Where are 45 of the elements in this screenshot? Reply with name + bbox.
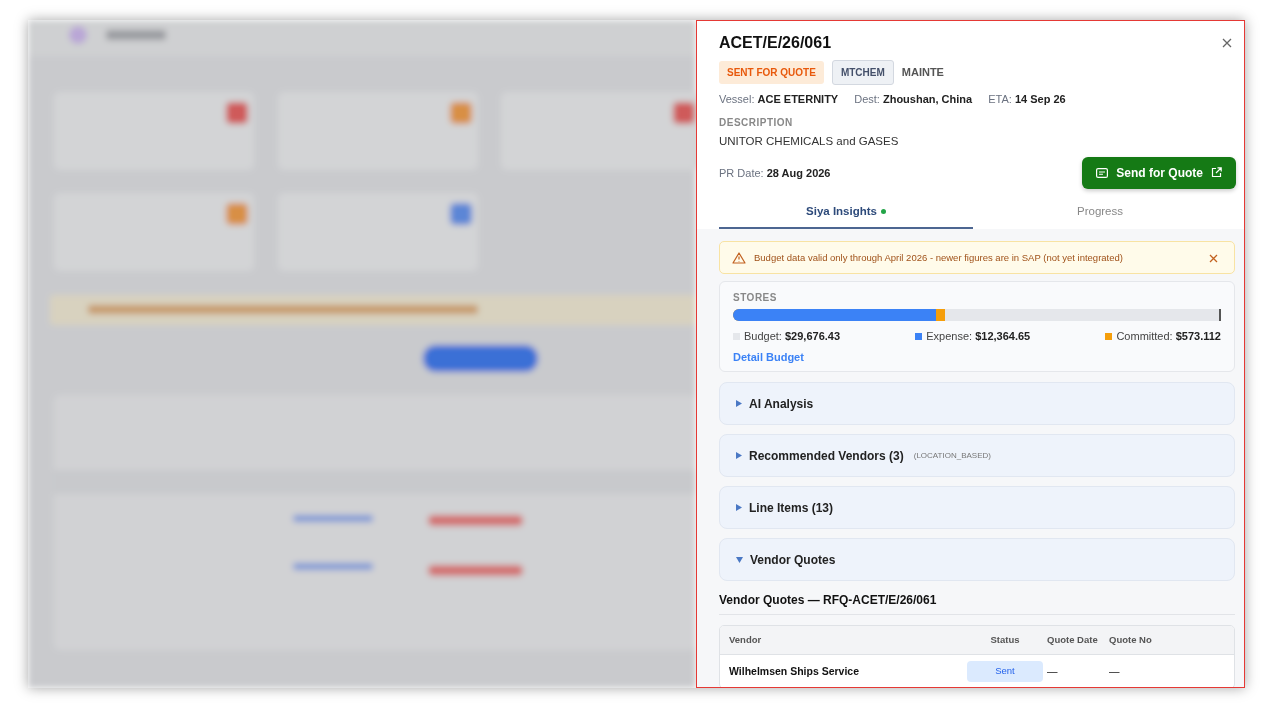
table-title: Vendor Quotes — RFQ-ACET/E/26/061 <box>719 591 1235 616</box>
document-icon <box>1096 167 1109 178</box>
close-icon <box>1222 37 1232 48</box>
section-tag: (LOCATION_BASED) <box>913 449 991 462</box>
column-header: Vendor <box>729 633 763 648</box>
section-title: Vendor Quotes <box>750 551 836 569</box>
status-badge: SENT FOR QUOTE <box>719 61 824 85</box>
budget-title: STORES <box>733 291 778 306</box>
column-header: Quote Date <box>1046 633 1099 648</box>
legend-text: Committed: $573.112 <box>1116 329 1221 345</box>
status-badge: Sent <box>967 661 1043 682</box>
external-link-icon <box>1211 167 1222 179</box>
meta-text: ETA: 14 Sep 26 <box>988 92 1066 108</box>
legend-text: Budget: $29,676.43 <box>744 329 841 345</box>
table-cell-text: — <box>1046 663 1059 679</box>
send-quote-button[interactable]: Send for Quote <box>1082 156 1236 189</box>
accordion-header[interactable]: Recommended Vendors (3) (LOCATION_BASED) <box>719 434 1235 478</box>
accordion-header[interactable]: Vendor Quotes <box>719 538 1235 582</box>
category-text: MAINTE <box>901 65 944 81</box>
section-label: DESCRIPTION <box>719 115 794 130</box>
column-header: Quote No <box>1109 633 1153 648</box>
meta-text: Dest: Zhoushan, China <box>854 92 973 108</box>
table-cell-text: — <box>1109 663 1121 679</box>
table-cell-text: Wilhelmsen Ships Service <box>729 663 861 679</box>
legend-text: Expense: $12,364.65 <box>926 329 1031 345</box>
description-text: UNITOR CHEMICALS and GASES <box>719 133 900 149</box>
section-title: Recommended Vendors (3) <box>749 447 904 465</box>
accordion-header[interactable]: AI Analysis <box>719 382 1235 426</box>
caret-down-icon <box>736 556 743 563</box>
detail-budget-link[interactable]: Detail Budget <box>733 348 804 366</box>
section-title: AI Analysis <box>749 395 814 413</box>
warning-icon <box>732 251 746 264</box>
panel-title: ACET/E/26/061 <box>719 33 832 53</box>
panel-tab[interactable]: Progress <box>973 196 1227 230</box>
close-icon <box>1209 254 1218 264</box>
column-header: Status <box>989 633 1021 648</box>
caret-right-icon <box>736 452 742 460</box>
caret-right-icon <box>736 504 742 512</box>
warning-text: Budget data valid only through April 2026 - newer figures are in SAP (not yet integrated) <box>754 250 1124 265</box>
date-text: PR Date: 28 Aug 2026 <box>719 165 831 181</box>
caret-right-icon <box>736 400 742 408</box>
accordion-header[interactable]: Line Items (13) <box>719 486 1235 530</box>
code-badge: MTCHEM <box>831 60 894 86</box>
section-title: Line Items (13) <box>749 499 834 517</box>
meta-text: Vessel: ACE ETERNITY <box>719 92 839 108</box>
